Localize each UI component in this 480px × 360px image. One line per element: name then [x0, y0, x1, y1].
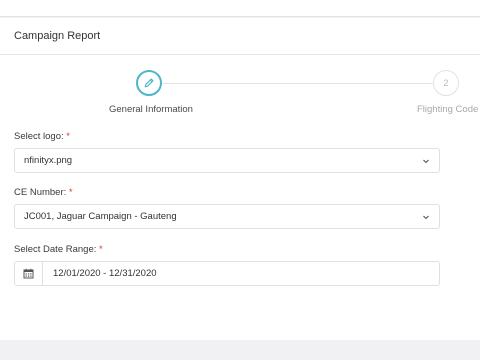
step-1-label[interactable]: General Information — [109, 104, 193, 115]
ce-field-label: CE Number: * — [14, 187, 73, 198]
stepper: General Information 2 Flighting Code — [0, 56, 480, 116]
step-1-circle[interactable] — [136, 70, 162, 96]
report-card: Campaign Report General Information 2 Fl… — [0, 18, 480, 340]
ce-label-text: CE Number: — [14, 187, 67, 198]
chevron-down-icon — [423, 159, 429, 164]
date-label-text: Select Date Range: — [14, 244, 97, 255]
logo-field-label: Select logo: * — [14, 131, 70, 142]
logo-select[interactable]: nfinityx.png — [14, 148, 440, 173]
top-bar — [0, 0, 480, 17]
logo-select-value: nfinityx.png — [24, 155, 73, 166]
ce-number-select[interactable]: JC001, Jaguar Campaign - Gauteng — [14, 204, 440, 229]
ce-select-value: JC001, Jaguar Campaign - Gauteng — [24, 211, 177, 222]
step-2-circle[interactable]: 2 — [433, 70, 459, 96]
logo-label-text: Select logo: — [14, 131, 64, 142]
page-title: Campaign Report — [14, 30, 101, 42]
date-range-value: 12/01/2020 - 12/31/2020 — [53, 268, 157, 279]
ce-required-mark: * — [68, 187, 73, 198]
date-required-mark: * — [99, 244, 103, 255]
card-header: Campaign Report — [0, 18, 480, 55]
step-2-label[interactable]: Flighting Code — [417, 104, 478, 115]
chevron-down-icon — [423, 215, 429, 220]
pencil-icon — [144, 78, 154, 88]
calendar-button[interactable] — [15, 262, 43, 285]
stepper-line — [163, 83, 433, 84]
logo-required-mark: * — [66, 131, 70, 142]
calendar-icon — [23, 268, 34, 279]
step-2-number: 2 — [443, 78, 449, 88]
date-range-input[interactable]: 12/01/2020 - 12/31/2020 — [14, 261, 440, 286]
date-field-label: Select Date Range: * — [14, 244, 103, 255]
